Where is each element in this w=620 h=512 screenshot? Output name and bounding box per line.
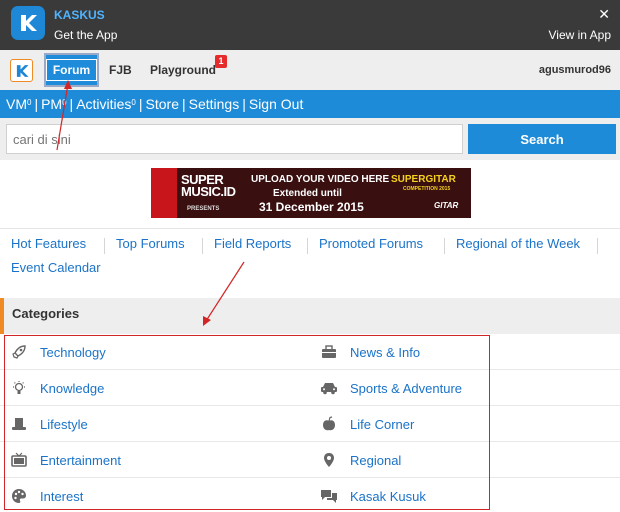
kaskus-app-logo-icon[interactable] [11, 6, 45, 40]
list-item: Entertainment Regional [0, 442, 620, 478]
ad-competition-subtitle: COMPETITION 2015 [403, 186, 451, 192]
car-icon [320, 379, 338, 397]
kaskus-home-logo-icon[interactable] [10, 59, 33, 82]
top-hat-icon [10, 415, 28, 433]
map-pin-icon [320, 451, 338, 469]
menu-separator: | [138, 96, 143, 112]
briefcase-icon [320, 343, 338, 361]
category-entertainment[interactable]: Entertainment [10, 442, 121, 478]
category-life-corner[interactable]: Life Corner [320, 406, 414, 442]
app-name: KASKUS [54, 8, 105, 22]
lightbulb-icon [10, 379, 28, 397]
regional-of-the-week-link[interactable]: Regional of the Week [456, 236, 580, 251]
category-knowledge[interactable]: Knowledge [10, 370, 104, 406]
ad-competition-title: SUPERGITAR [391, 174, 456, 185]
category-technology[interactable]: Technology [10, 334, 106, 370]
ad-presents: PRESENTS [187, 206, 220, 212]
get-the-app-link[interactable]: Get the App [54, 28, 117, 42]
tab-fjb[interactable]: FJB [109, 63, 132, 77]
link-separator [104, 238, 105, 254]
list-item: Technology News & Info [0, 334, 620, 370]
top-navigation: Forum FJB Playground 1 agusmurod96 [0, 50, 620, 90]
feature-links: Hot Features Top Forums Field Reports Pr… [0, 228, 620, 288]
ad-subline: Extended until [273, 188, 342, 199]
app-banner: KASKUS Get the App ✕ View in App [0, 0, 620, 50]
ad-red-stripe [151, 168, 177, 218]
category-regional[interactable]: Regional [320, 442, 401, 478]
playground-notification-badge: 1 [215, 55, 227, 68]
menu-separator: | [34, 96, 39, 112]
list-item: Knowledge Sports & Adventure [0, 370, 620, 406]
link-separator [597, 238, 598, 254]
categories-heading: Categories [0, 298, 620, 334]
rocket-icon [10, 343, 28, 361]
sign-out-link[interactable]: Sign Out [249, 96, 303, 112]
ad-date: 31 December 2015 [259, 200, 364, 214]
ad-banner[interactable]: SUPER MUSIC.ID PRESENTS UPLOAD YOUR VIDE… [151, 168, 471, 218]
user-menu-bar: VM0 | PM0 | Activities0 | Store | Settin… [0, 90, 620, 118]
search-input[interactable] [6, 124, 463, 154]
field-reports-link[interactable]: Field Reports [214, 236, 291, 251]
ad-brand: SUPER MUSIC.ID [181, 172, 236, 199]
ad-headline: UPLOAD YOUR VIDEO HERE [251, 174, 390, 185]
store-link[interactable]: Store [146, 96, 179, 112]
chat-bubbles-icon [320, 487, 338, 505]
close-banner-icon[interactable]: ✕ [598, 6, 610, 23]
promoted-forums-link[interactable]: Promoted Forums [319, 236, 423, 251]
link-separator [307, 238, 308, 254]
list-item: Interest Kasak Kusuk [0, 478, 620, 512]
top-forums-link[interactable]: Top Forums [116, 236, 185, 251]
menu-separator: | [181, 96, 186, 112]
palette-icon [10, 487, 28, 505]
category-sports-adventure[interactable]: Sports & Adventure [320, 370, 462, 406]
category-kasak-kusuk[interactable]: Kasak Kusuk [320, 478, 426, 512]
pm-link[interactable]: PM0 [41, 96, 66, 112]
settings-link[interactable]: Settings [189, 96, 240, 112]
event-calendar-link[interactable]: Event Calendar [11, 260, 101, 275]
tab-forum-label: Forum [45, 59, 98, 81]
search-area: Search [0, 118, 620, 160]
category-lifestyle[interactable]: Lifestyle [10, 406, 88, 442]
tab-forum[interactable]: Forum [44, 53, 99, 87]
username-link[interactable]: agusmurod96 [539, 64, 611, 76]
vm-link[interactable]: VM0 [6, 96, 31, 112]
category-interest[interactable]: Interest [10, 478, 83, 512]
hot-features-link[interactable]: Hot Features [11, 236, 86, 251]
search-button[interactable]: Search [468, 124, 616, 154]
apple-icon [320, 415, 338, 433]
tv-icon [10, 451, 28, 469]
link-separator [202, 238, 203, 254]
list-item: Lifestyle Life Corner [0, 406, 620, 442]
category-news-info[interactable]: News & Info [320, 334, 420, 370]
menu-separator: | [242, 96, 246, 112]
view-in-app-link[interactable]: View in App [549, 28, 612, 42]
ad-gitar-logo: GITAR [434, 201, 459, 210]
tab-playground[interactable]: Playground [150, 63, 216, 77]
menu-separator: | [69, 96, 74, 112]
link-separator [444, 238, 445, 254]
activities-link[interactable]: Activities0 [76, 96, 136, 112]
